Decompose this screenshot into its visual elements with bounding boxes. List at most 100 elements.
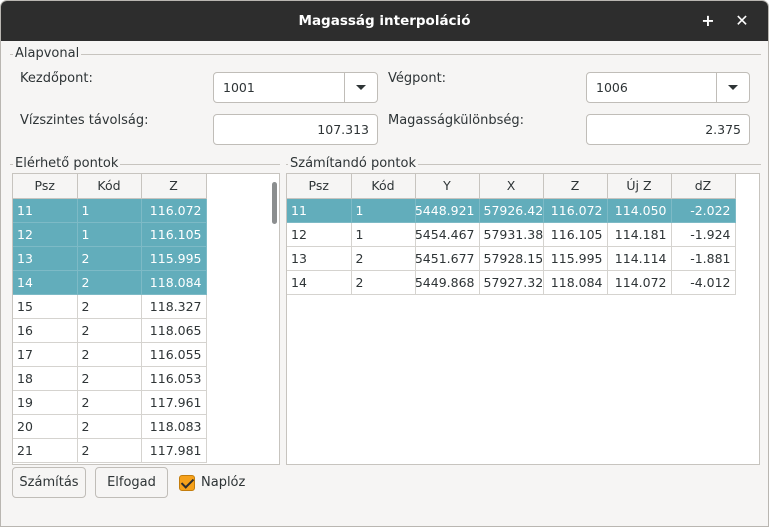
table-cell-ujz: 114.050 <box>607 198 672 223</box>
computed-table-header: Psz Kód Y X Z Új Z dZ <box>287 174 736 199</box>
table-cell-kod: 1 <box>77 222 142 247</box>
table-row[interactable]: 13 2 115.995 <box>13 246 207 271</box>
table-cell-psz: 20 <box>13 414 78 439</box>
column-header-psz[interactable]: Psz <box>13 174 78 199</box>
column-header-x[interactable]: X <box>479 174 544 199</box>
computed-points-table[interactable]: Psz Kód Y X Z Új Z dZ 111695448.92157926… <box>286 173 760 465</box>
calculate-button[interactable]: Számítás <box>12 467 86 498</box>
table-row[interactable]: 132695451.67757928.158115.995114.114-1.8… <box>287 246 736 271</box>
table-cell-y: 695454.467 <box>415 222 480 247</box>
table-cell-psz: 16 <box>13 318 78 343</box>
log-label[interactable]: Naplóz <box>201 475 245 491</box>
table-cell-psz: 15 <box>13 294 78 319</box>
table-cell-y: 695451.677 <box>415 246 480 271</box>
table-cell-kod: 2 <box>77 390 142 415</box>
end-point-dropdown-button[interactable] <box>716 73 749 102</box>
table-cell-ujz: 114.114 <box>607 246 672 271</box>
accept-button[interactable]: Elfogad <box>95 467 168 498</box>
horizontal-distance-field[interactable]: 107.313 <box>213 114 378 145</box>
titlebar: Magasság interpoláció + ✕ <box>1 1 768 41</box>
start-point-dropdown-button[interactable] <box>344 73 377 102</box>
log-checkbox[interactable] <box>179 475 195 491</box>
available-table-header: Psz Kód Z <box>13 174 207 199</box>
close-button[interactable]: ✕ <box>732 11 752 31</box>
column-header-kod[interactable]: Kód <box>351 174 416 199</box>
table-cell-psz: 21 <box>13 438 78 463</box>
table-cell-psz: 19 <box>13 390 78 415</box>
table-cell-z: 117.981 <box>141 438 207 463</box>
table-row[interactable]: 21 2 117.981 <box>13 438 207 463</box>
column-header-z[interactable]: Z <box>543 174 608 199</box>
table-cell-kod: 1 <box>351 222 416 247</box>
table-cell-psz: 18 <box>13 366 78 391</box>
table-row[interactable]: 19 2 117.961 <box>13 390 207 415</box>
table-row[interactable]: 15 2 118.327 <box>13 294 207 319</box>
table-cell-psz: 12 <box>287 222 352 247</box>
table-row[interactable]: 12 1 116.105 <box>13 222 207 247</box>
column-header-uj-z[interactable]: Új Z <box>607 174 672 199</box>
table-cell-x: 57926.425 <box>479 198 544 223</box>
table-cell-z: 116.105 <box>543 222 608 247</box>
table-row[interactable]: 16 2 118.065 <box>13 318 207 343</box>
table-cell-z: 118.065 <box>141 318 207 343</box>
table-cell-psz: 12 <box>13 222 78 247</box>
table-row[interactable]: 18 2 116.053 <box>13 366 207 391</box>
table-cell-ujz: 114.181 <box>607 222 672 247</box>
table-cell-x: 57927.328 <box>479 270 544 295</box>
table-cell-dz: -2.022 <box>671 198 736 223</box>
table-cell-z: 116.055 <box>141 342 207 367</box>
table-cell-kod: 2 <box>77 246 142 271</box>
table-row[interactable]: 11 1 116.072 <box>13 198 207 223</box>
table-cell-z: 115.995 <box>141 246 207 271</box>
table-cell-kod: 1 <box>77 198 142 223</box>
table-row[interactable]: 111695448.92157926.425116.072114.050-2.0… <box>287 198 736 223</box>
table-row[interactable]: 14 2 118.084 <box>13 270 207 295</box>
start-point-value: 1001 <box>223 80 255 95</box>
table-cell-y: 695448.921 <box>415 198 480 223</box>
column-header-kod[interactable]: Kód <box>77 174 142 199</box>
computed-points-group-label: Számítandó pontok <box>288 156 418 171</box>
column-header-y[interactable]: Y <box>415 174 480 199</box>
dialog-window: Magasság interpoláció + ✕ Alapvonal Kezd… <box>0 0 769 527</box>
table-cell-z: 116.053 <box>141 366 207 391</box>
table-cell-z: 117.961 <box>141 390 207 415</box>
window-title: Magasság interpoláció <box>298 13 471 29</box>
available-table-scrollbar[interactable] <box>272 182 277 224</box>
table-cell-z: 118.084 <box>141 270 207 295</box>
table-cell-z: 115.995 <box>543 246 608 271</box>
table-row[interactable]: 20 2 118.083 <box>13 414 207 439</box>
table-cell-kod: 2 <box>77 438 142 463</box>
chevron-down-icon <box>728 85 738 90</box>
start-point-combo[interactable]: 1001 <box>213 72 378 103</box>
column-header-dz[interactable]: dZ <box>671 174 736 199</box>
table-cell-z: 118.327 <box>141 294 207 319</box>
table-cell-x: 57928.158 <box>479 246 544 271</box>
column-header-z[interactable]: Z <box>141 174 207 199</box>
table-cell-psz: 11 <box>287 198 352 223</box>
horizontal-distance-label: Vízszintes távolság: <box>20 113 149 128</box>
table-row[interactable]: 121695454.46757931.383116.105114.181-1.9… <box>287 222 736 247</box>
table-cell-z: 116.072 <box>543 198 608 223</box>
table-cell-psz: 14 <box>287 270 352 295</box>
table-cell-kod: 2 <box>77 294 142 319</box>
table-cell-kod: 2 <box>351 246 416 271</box>
end-point-value: 1006 <box>596 80 628 95</box>
table-cell-z: 118.084 <box>543 270 608 295</box>
column-header-psz[interactable]: Psz <box>287 174 352 199</box>
table-cell-psz: 11 <box>13 198 78 223</box>
height-difference-field[interactable]: 2.375 <box>586 114 750 145</box>
table-cell-kod: 2 <box>77 342 142 367</box>
height-difference-label: Magasságkülönbség: <box>388 113 524 128</box>
maximize-button[interactable]: + <box>698 11 718 31</box>
table-cell-kod: 2 <box>351 270 416 295</box>
table-cell-psz: 17 <box>13 342 78 367</box>
start-point-label: Kezdőpont: <box>20 71 93 86</box>
chevron-down-icon <box>356 85 366 90</box>
table-cell-psz: 14 <box>13 270 78 295</box>
table-row[interactable]: 17 2 116.055 <box>13 342 207 367</box>
available-points-table[interactable]: Psz Kód Z 11 1 116.072 12 1 116.105 13 2 115.995… <box>12 173 280 465</box>
table-row[interactable]: 142695449.86857927.328118.084114.072-4.0… <box>287 270 736 295</box>
available-points-group-label: Elérhető pontok <box>13 156 121 171</box>
table-cell-kod: 1 <box>351 198 416 223</box>
end-point-combo[interactable]: 1006 <box>586 72 750 103</box>
